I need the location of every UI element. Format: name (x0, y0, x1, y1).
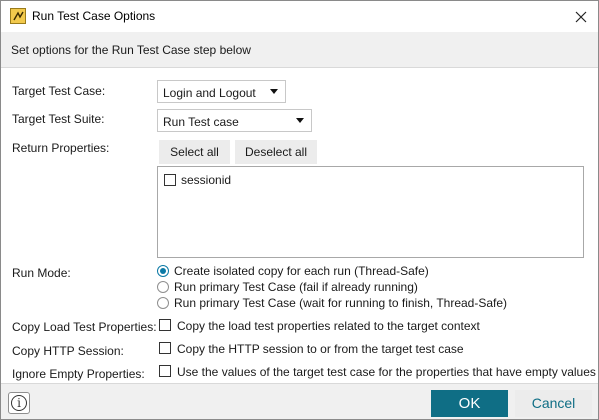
target-test-suite-value: Run Test case (163, 115, 239, 129)
title-bar[interactable]: Run Test Case Options (1, 1, 598, 32)
readyapi-icon (10, 8, 26, 24)
dialog-footer: i OK Cancel (1, 383, 598, 419)
dialog-header: Set options for the Run Test Case step b… (1, 32, 598, 68)
info-icon: i (17, 396, 21, 410)
target-test-case-value: Login and Logout (163, 86, 256, 100)
list-item-label: sessionid (181, 173, 232, 187)
ignore-empty-properties-checkbox[interactable] (159, 365, 171, 377)
target-test-case-dropdown[interactable]: Login and Logout (157, 80, 286, 103)
run-mode-radio-primary-fail[interactable] (157, 281, 169, 293)
copy-http-session-label: Copy HTTP Session: (12, 344, 124, 358)
dialog-window: Run Test Case Options Set options for th… (0, 0, 599, 420)
run-mode-option-label: Create isolated copy for each run (Threa… (174, 264, 429, 278)
target-test-suite-label: Target Test Suite: (12, 112, 105, 126)
run-mode-option-label: Run primary Test Case (fail if already r… (174, 280, 418, 294)
header-description: Set options for the Run Test Case step b… (11, 43, 251, 57)
window-title: Run Test Case Options (32, 9, 156, 23)
run-mode-label: Run Mode: (12, 266, 71, 280)
ignore-empty-properties-text: Use the values of the target test case f… (177, 365, 596, 379)
deselect-all-button[interactable]: Deselect all (235, 140, 317, 164)
select-all-button[interactable]: Select all (159, 140, 230, 164)
info-button[interactable]: i (8, 392, 30, 414)
ok-button[interactable]: OK (431, 390, 508, 417)
chevron-down-icon (296, 118, 304, 123)
cancel-button[interactable]: Cancel (515, 390, 592, 417)
copy-http-session-checkbox[interactable] (159, 342, 171, 354)
copy-load-test-properties-label: Copy Load Test Properties: (12, 320, 157, 334)
sessionid-checkbox[interactable] (164, 174, 176, 186)
chevron-down-icon (270, 89, 278, 94)
return-properties-list[interactable]: sessionid (157, 166, 584, 258)
copy-load-test-properties-text: Copy the load test properties related to… (177, 319, 480, 333)
copy-http-session-text: Copy the HTTP session to or from the tar… (177, 342, 464, 356)
ignore-empty-properties-label: Ignore Empty Properties: (12, 367, 145, 381)
run-mode-radio-isolated[interactable] (157, 265, 169, 277)
target-test-case-label: Target Test Case: (12, 84, 106, 98)
close-icon (575, 11, 587, 23)
target-test-suite-dropdown[interactable]: Run Test case (157, 109, 312, 132)
run-mode-radio-primary-wait[interactable] (157, 297, 169, 309)
copy-load-test-properties-checkbox[interactable] (159, 319, 171, 331)
return-properties-label: Return Properties: (12, 141, 110, 155)
run-mode-option-label: Run primary Test Case (wait for running … (174, 296, 508, 310)
close-button[interactable] (569, 5, 593, 29)
